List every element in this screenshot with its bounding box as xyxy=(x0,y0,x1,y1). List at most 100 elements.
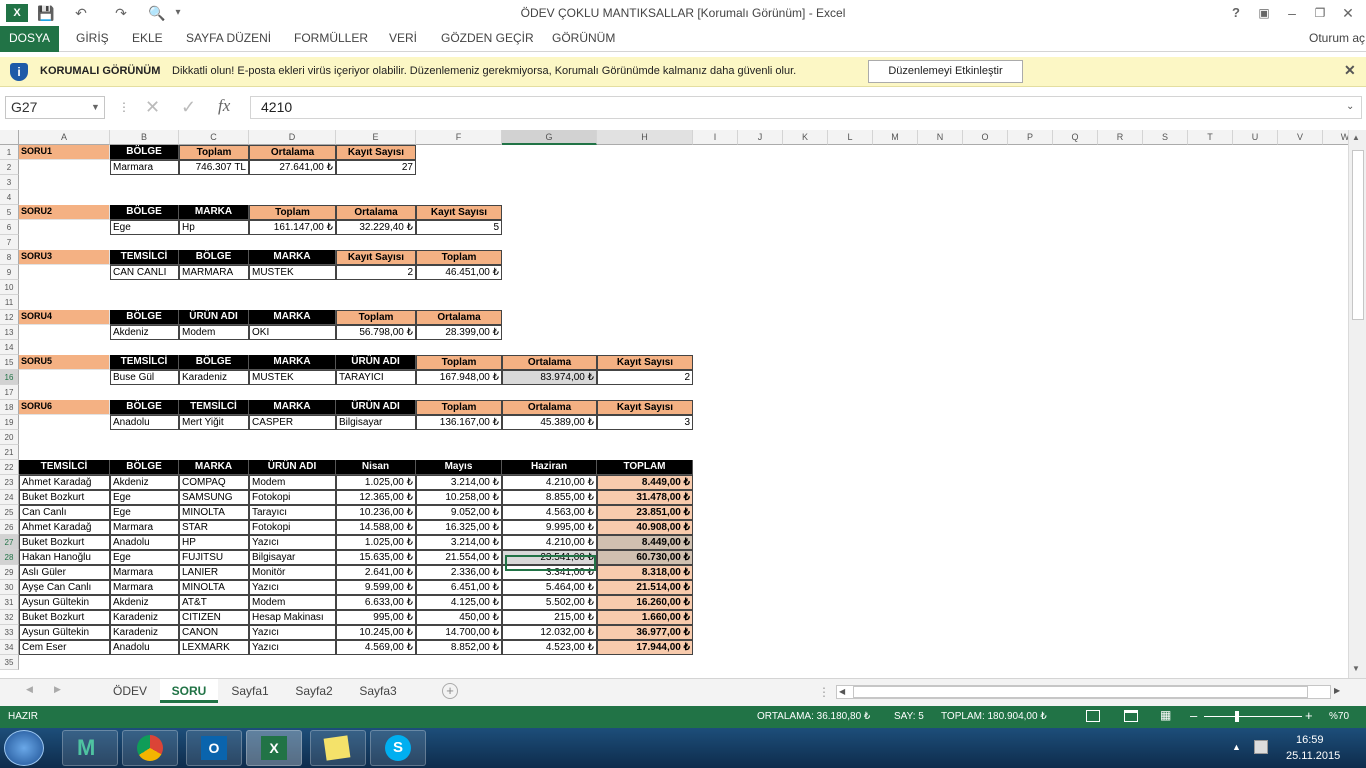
cell-b2[interactable]: Marmara xyxy=(110,160,179,175)
cell-e5[interactable]: Ortalama xyxy=(336,205,416,220)
sheet-tab-sayfa1[interactable]: Sayfa1 xyxy=(220,679,280,703)
row-header[interactable]: 11 xyxy=(0,295,19,310)
prev-sheet-icon[interactable]: ◀ xyxy=(26,684,33,695)
cell-h28[interactable]: 60.730,00 ₺ xyxy=(597,550,693,565)
cell-d2[interactable]: 27.641,00 ₺ xyxy=(249,160,336,175)
taskbar-skype[interactable]: S xyxy=(370,730,426,766)
sheet-tab-sayfa3[interactable]: Sayfa3 xyxy=(347,679,409,703)
cell-b29[interactable]: Marmara xyxy=(110,565,179,580)
sign-in-link[interactable]: Oturum aç xyxy=(1309,26,1365,52)
cell-g26[interactable]: 9.995,00 ₺ xyxy=(502,520,597,535)
cell-c1[interactable]: Toplam xyxy=(179,145,249,160)
cell-a30[interactable]: Ayşe Can Canlı xyxy=(19,580,110,595)
row-header[interactable]: 20 xyxy=(0,430,19,445)
cell-e34[interactable]: 4.569,00 ₺ xyxy=(336,640,416,655)
cell-a12[interactable]: SORU4 xyxy=(19,310,110,325)
cell-b24[interactable]: Ege xyxy=(110,490,179,505)
cell-g33[interactable]: 12.032,00 ₺ xyxy=(502,625,597,640)
cell-e19[interactable]: Bilgisayar xyxy=(336,415,416,430)
cell-a31[interactable]: Aysun Gültekin xyxy=(19,595,110,610)
sheet-tab-soru[interactable]: SORU xyxy=(160,679,218,703)
cell-f34[interactable]: 8.852,00 ₺ xyxy=(416,640,502,655)
cell-e25[interactable]: 10.236,00 ₺ xyxy=(336,505,416,520)
tab-page-layout[interactable]: SAYFA DÜZENİ xyxy=(186,26,271,52)
cell-c2[interactable]: 746.307 TL xyxy=(179,160,249,175)
horizontal-scrollbar[interactable]: ◀ xyxy=(836,685,1331,699)
enable-editing-button[interactable]: Düzenlemeyi Etkinleştir xyxy=(868,60,1023,83)
ribbon-display-icon[interactable]: ▣ xyxy=(1256,3,1272,23)
cell-h29[interactable]: 8.318,00 ₺ xyxy=(597,565,693,580)
name-box[interactable]: G27 xyxy=(5,96,105,119)
select-all-corner[interactable] xyxy=(0,130,19,145)
zoom-slider[interactable] xyxy=(1204,716,1302,717)
cell-a23[interactable]: Ahmet Karadağ xyxy=(19,475,110,490)
row-header[interactable]: 16 xyxy=(0,370,19,385)
row-header[interactable]: 34 xyxy=(0,640,19,655)
row-header[interactable]: 3 xyxy=(0,175,19,190)
cell-e13[interactable]: 56.798,00 ₺ xyxy=(336,325,416,340)
cell-h22[interactable]: TOPLAM xyxy=(597,460,693,475)
cell-b27[interactable]: Anadolu xyxy=(110,535,179,550)
column-header[interactable]: H xyxy=(597,130,693,145)
row-header[interactable]: 22 xyxy=(0,460,19,475)
column-header[interactable]: S xyxy=(1143,130,1188,145)
cell-b9[interactable]: CAN CANLI xyxy=(110,265,179,280)
cell-h18[interactable]: Kayıt Sayısı xyxy=(597,400,693,415)
cell-f26[interactable]: 16.325,00 ₺ xyxy=(416,520,502,535)
cell-b12[interactable]: BÖLGE xyxy=(110,310,179,325)
column-header[interactable]: W xyxy=(1323,130,1348,145)
cell-c28[interactable]: FUJITSU xyxy=(179,550,249,565)
cell-b6[interactable]: Ege xyxy=(110,220,179,235)
cell-e15[interactable]: ÜRÜN ADI xyxy=(336,355,416,370)
cell-e16[interactable]: TARAYICI xyxy=(336,370,416,385)
cell-a32[interactable]: Buket Bozkurt xyxy=(19,610,110,625)
cell-a27[interactable]: Buket Bozkurt xyxy=(19,535,110,550)
taskbar-excel[interactable]: X xyxy=(246,730,302,766)
cell-d28[interactable]: Bilgisayar xyxy=(249,550,336,565)
tab-view[interactable]: GÖRÜNÜM xyxy=(552,26,615,52)
close-icon[interactable]: ✕ xyxy=(1340,3,1356,23)
cell-d5[interactable]: Toplam xyxy=(249,205,336,220)
cell-f31[interactable]: 4.125,00 ₺ xyxy=(416,595,502,610)
cell-b34[interactable]: Anadolu xyxy=(110,640,179,655)
zoom-level[interactable]: %70 xyxy=(1329,711,1349,722)
column-header[interactable]: J xyxy=(738,130,783,145)
column-header[interactable]: F xyxy=(416,130,502,145)
cell-c6[interactable]: Hp xyxy=(179,220,249,235)
row-header[interactable]: 4 xyxy=(0,190,19,205)
cell-a33[interactable]: Aysun Gültekin xyxy=(19,625,110,640)
insert-function-icon[interactable]: fx xyxy=(218,96,230,116)
cell-e9[interactable]: 2 xyxy=(336,265,416,280)
cell-a28[interactable]: Hakan Hanoğlu xyxy=(19,550,110,565)
cell-b33[interactable]: Karadeniz xyxy=(110,625,179,640)
cell-f9[interactable]: 46.451,00 ₺ xyxy=(416,265,502,280)
row-header[interactable]: 24 xyxy=(0,490,19,505)
cell-c34[interactable]: LEXMARK xyxy=(179,640,249,655)
cell-c16[interactable]: Karadeniz xyxy=(179,370,249,385)
column-header[interactable]: L xyxy=(828,130,873,145)
row-header[interactable]: 28 xyxy=(0,550,19,565)
row-header[interactable]: 31 xyxy=(0,595,19,610)
cell-e12[interactable]: Toplam xyxy=(336,310,416,325)
scroll-down-icon[interactable]: ▼ xyxy=(1352,664,1360,673)
cell-e28[interactable]: 15.635,00 ₺ xyxy=(336,550,416,565)
row-header[interactable]: 25 xyxy=(0,505,19,520)
cell-c18[interactable]: TEMSİLCİ xyxy=(179,400,249,415)
cell-f18[interactable]: Toplam xyxy=(416,400,502,415)
worksheet-grid[interactable]: ABCDEFGHIJKLMNOPQRSTUVW 1 2 3 4 5 6 7 8 9 10 11 12 1… xyxy=(0,130,1348,678)
cell-b19[interactable]: Anadolu xyxy=(110,415,179,430)
row-header[interactable]: 2 xyxy=(0,160,19,175)
cell-c19[interactable]: Mert Yiğit xyxy=(179,415,249,430)
column-header[interactable]: M xyxy=(873,130,918,145)
cell-c33[interactable]: CANON xyxy=(179,625,249,640)
cell-c32[interactable]: CITIZEN xyxy=(179,610,249,625)
cell-h26[interactable]: 40.908,00 ₺ xyxy=(597,520,693,535)
cell-e1[interactable]: Kayıt Sayısı xyxy=(336,145,416,160)
cell-a29[interactable]: Aslı Güler xyxy=(19,565,110,580)
cell-d9[interactable]: MUSTEK xyxy=(249,265,336,280)
cell-g19[interactable]: 45.389,00 ₺ xyxy=(502,415,597,430)
cell-f25[interactable]: 9.052,00 ₺ xyxy=(416,505,502,520)
row-header[interactable]: 26 xyxy=(0,520,19,535)
column-header[interactable]: I xyxy=(693,130,738,145)
row-header[interactable]: 10 xyxy=(0,280,19,295)
